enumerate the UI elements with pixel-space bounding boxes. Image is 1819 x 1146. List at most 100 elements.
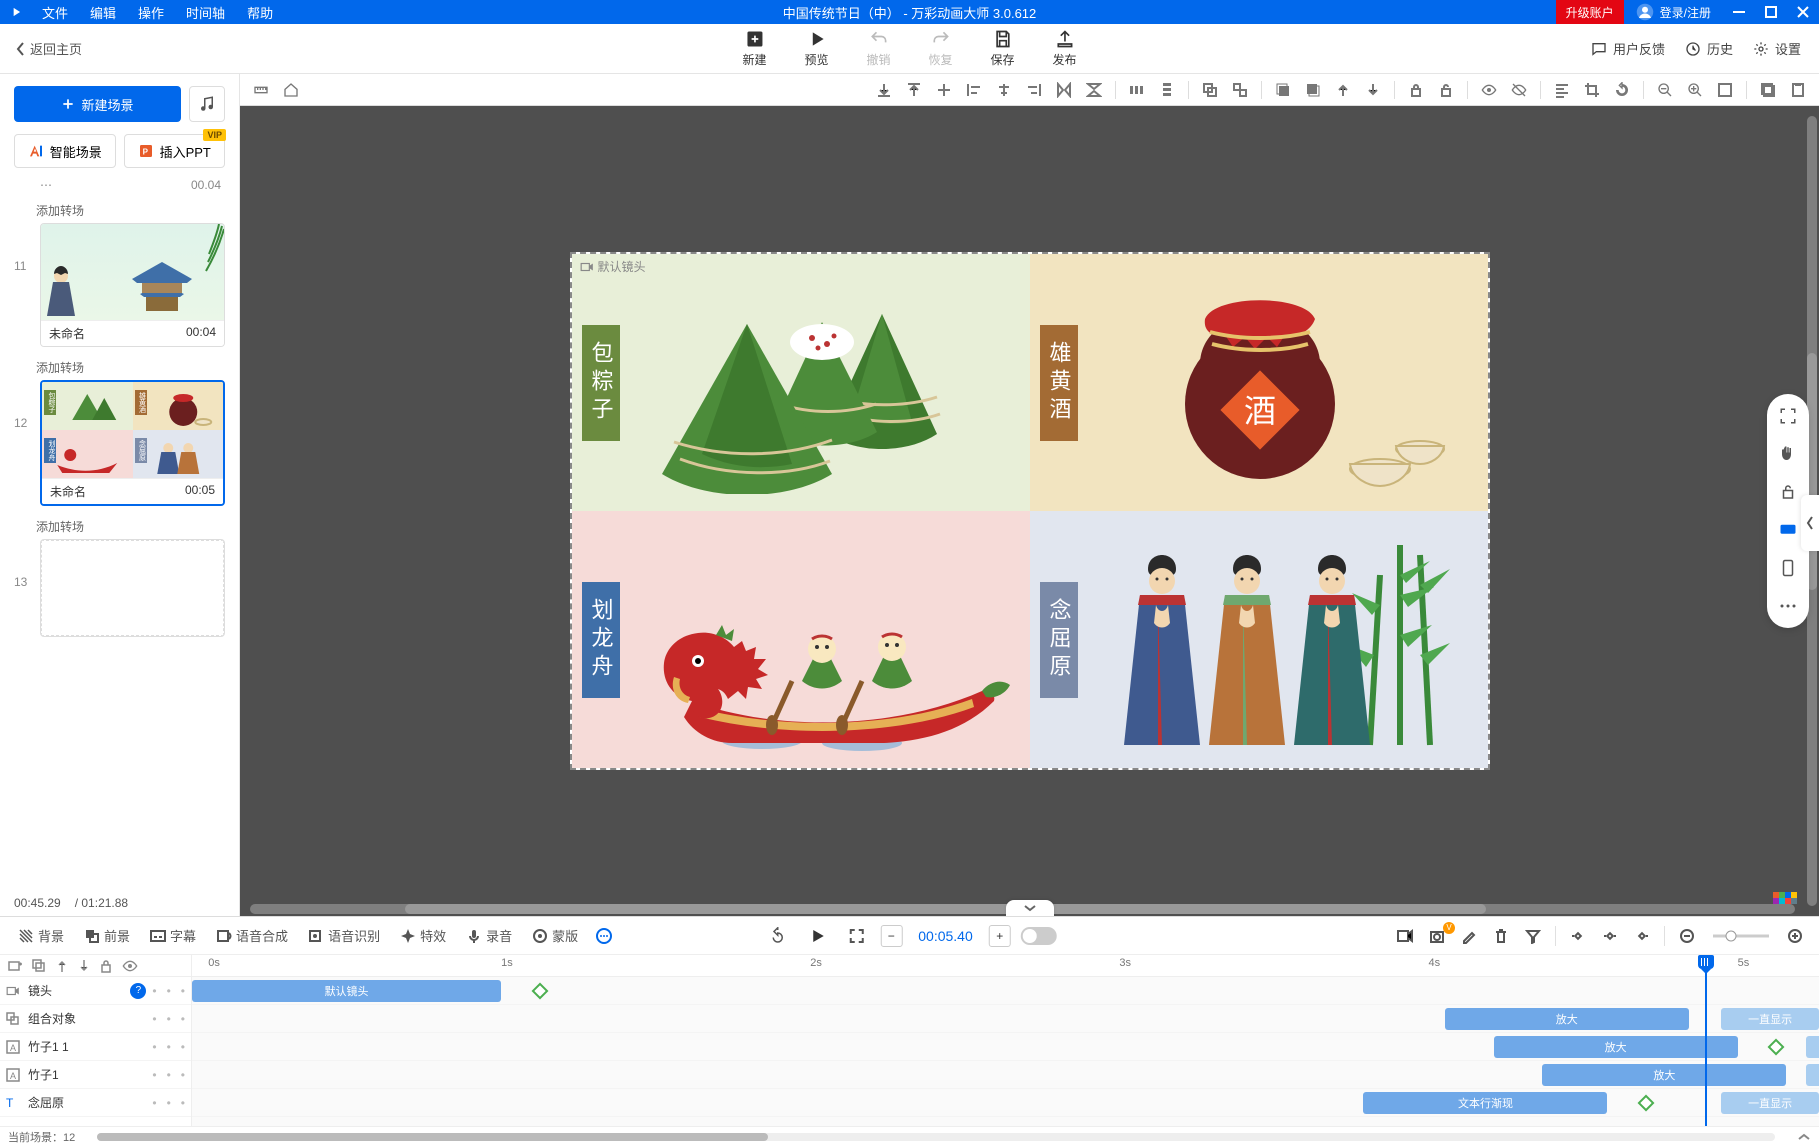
track-dot[interactable]: • — [152, 1068, 156, 1082]
focus-camera-icon[interactable] — [1776, 404, 1800, 428]
new-scene-button[interactable]: 新建场景 — [14, 86, 181, 122]
track-dot[interactable]: • — [181, 1040, 185, 1054]
align-top-icon[interactable] — [901, 77, 927, 103]
tl-snapshot-icon[interactable] — [1423, 928, 1451, 944]
tl-time-minus[interactable]: − — [880, 925, 902, 947]
align-hcenter-icon[interactable] — [991, 77, 1017, 103]
tl-camera-add-icon[interactable] — [1391, 928, 1419, 944]
bring-front-icon[interactable] — [1270, 77, 1296, 103]
track-dot[interactable]: • — [181, 1012, 185, 1026]
track-dot[interactable]: • — [152, 984, 156, 998]
mobile-view-icon[interactable] — [1776, 556, 1800, 580]
side-panel-expand-icon[interactable] — [1801, 495, 1819, 551]
keyframe-add[interactable] — [1638, 1095, 1655, 1112]
add-transition-2[interactable]: 添加转场 — [14, 353, 225, 380]
track-row-group[interactable]: 组合对象 ••• — [0, 1005, 191, 1033]
new-button[interactable]: 新建 — [742, 29, 766, 68]
menu-action[interactable]: 操作 — [128, 3, 174, 22]
scene-card-12[interactable]: 包粽子 雄黄酒 划龙舟 念屈原 未命名 00:05 — [40, 380, 225, 506]
distribute-v-icon[interactable] — [1154, 77, 1180, 103]
track-dot[interactable]: • — [181, 1096, 185, 1110]
keyframe-add[interactable] — [1768, 1039, 1785, 1056]
lock-icon[interactable] — [1403, 77, 1429, 103]
minimize-button[interactable] — [1723, 0, 1755, 24]
menu-file[interactable]: 文件 — [32, 3, 78, 22]
align-vcenter-icon[interactable] — [931, 77, 957, 103]
track-row-camera[interactable]: 镜头 ? ••• — [0, 977, 191, 1005]
color-palette-icon[interactable] — [1773, 892, 1797, 910]
ungroup-icon[interactable] — [1227, 77, 1253, 103]
insert-ppt-button[interactable]: P 插入PPT VIP — [124, 134, 226, 168]
hand-tool-icon[interactable] — [1776, 442, 1800, 466]
copy-icon[interactable] — [1755, 77, 1781, 103]
clip-stub-1[interactable] — [1806, 1036, 1819, 1058]
tl-collapse-icon[interactable] — [1797, 1132, 1811, 1142]
track-row-bamboo11[interactable]: A 竹子1 1 ••• — [0, 1033, 191, 1061]
login-button[interactable]: 登录/注册 — [1624, 3, 1723, 21]
quad-people[interactable]: 念屈原 — [1030, 511, 1488, 768]
tl-background-button[interactable]: 背景 — [10, 917, 72, 954]
scene-card-11[interactable]: 未命名 00:04 — [40, 223, 225, 347]
track-dot[interactable]: • — [167, 1040, 171, 1054]
history-button[interactable]: 历史 — [1685, 39, 1733, 58]
clip-text-reveal[interactable]: 文本行渐现 — [1363, 1092, 1607, 1114]
track-dot[interactable]: • — [181, 1068, 185, 1082]
track-dot[interactable]: • — [167, 1068, 171, 1082]
fit-screen-icon[interactable] — [1712, 77, 1738, 103]
tl-lock-all-icon[interactable] — [100, 959, 112, 973]
track-row-bamboo1[interactable]: A 竹子1 ••• — [0, 1061, 191, 1089]
maximize-button[interactable] — [1755, 0, 1787, 24]
settings-button[interactable]: 设置 — [1753, 39, 1801, 58]
tl-fullscreen-icon[interactable] — [842, 928, 870, 944]
tl-keyframe-in-icon[interactable] — [1564, 928, 1592, 944]
send-back-icon[interactable] — [1300, 77, 1326, 103]
flip-v-icon[interactable] — [1081, 77, 1107, 103]
tl-rewind-icon[interactable] — [762, 927, 792, 945]
crop-icon[interactable] — [1579, 77, 1605, 103]
back-home-button[interactable]: 返回主页 — [0, 39, 98, 58]
align-left-icon[interactable] — [961, 77, 987, 103]
undo-button[interactable]: 撤销 — [866, 29, 890, 68]
clip-default-camera[interactable]: 默认镜头 — [192, 980, 501, 1002]
tl-foreground-button[interactable]: 前景 — [76, 917, 138, 954]
eye-off-icon[interactable] — [1506, 77, 1532, 103]
flip-h-icon[interactable] — [1051, 77, 1077, 103]
align-bottom-icon[interactable] — [871, 77, 897, 103]
send-backward-icon[interactable] — [1360, 77, 1386, 103]
help-icon[interactable]: ? — [130, 983, 146, 999]
zoom-out-icon[interactable] — [1652, 77, 1678, 103]
close-button[interactable] — [1787, 0, 1819, 24]
tl-snap-toggle[interactable] — [1021, 927, 1057, 945]
playhead[interactable] — [1705, 955, 1707, 1126]
more-tools-icon[interactable] — [1776, 594, 1800, 618]
track-dot[interactable]: • — [152, 1012, 156, 1026]
add-transition-3[interactable]: 添加转场 — [14, 512, 225, 539]
track-dot[interactable]: • — [181, 984, 185, 998]
tl-tts-button[interactable]: 语音合成 — [208, 917, 296, 954]
menu-edit[interactable]: 编辑 — [80, 3, 126, 22]
tl-trash-icon[interactable] — [1487, 928, 1515, 944]
tl-zoom-out-icon[interactable] — [1673, 928, 1701, 944]
publish-button[interactable]: 发布 — [1053, 29, 1077, 68]
tl-fx-button[interactable]: 特效 — [392, 917, 454, 954]
align-right-icon[interactable] — [1021, 77, 1047, 103]
tl-visibility-all-icon[interactable] — [122, 959, 138, 973]
track-dot[interactable]: • — [167, 1096, 171, 1110]
redo-button[interactable]: 恢复 — [929, 29, 953, 68]
home-icon[interactable] — [278, 77, 304, 103]
scene-card-13[interactable] — [40, 539, 225, 637]
track-dot[interactable]: • — [152, 1096, 156, 1110]
tl-keyframe-mid-icon[interactable] — [1596, 928, 1624, 944]
eye-icon[interactable] — [1476, 77, 1502, 103]
clip-zoom-2[interactable]: 放大 — [1494, 1036, 1738, 1058]
add-transition-1[interactable]: 添加转场 — [14, 196, 225, 223]
timeline-horizontal-scrollbar[interactable] — [97, 1133, 1775, 1141]
paste-icon[interactable] — [1785, 77, 1811, 103]
canvas-collapse-icon[interactable] — [1006, 900, 1054, 916]
scene-list[interactable]: ⋯ 00.04 添加转场 11 未命名 00:04 — [0, 178, 239, 890]
quad-wine[interactable]: 雄黄酒 酒 — [1030, 254, 1488, 511]
save-button[interactable]: 保存 — [991, 29, 1015, 68]
tl-zoom-in-icon[interactable] — [1781, 928, 1809, 944]
tl-time-plus[interactable]: + — [989, 925, 1011, 947]
tl-filter-icon[interactable] — [1519, 928, 1547, 944]
